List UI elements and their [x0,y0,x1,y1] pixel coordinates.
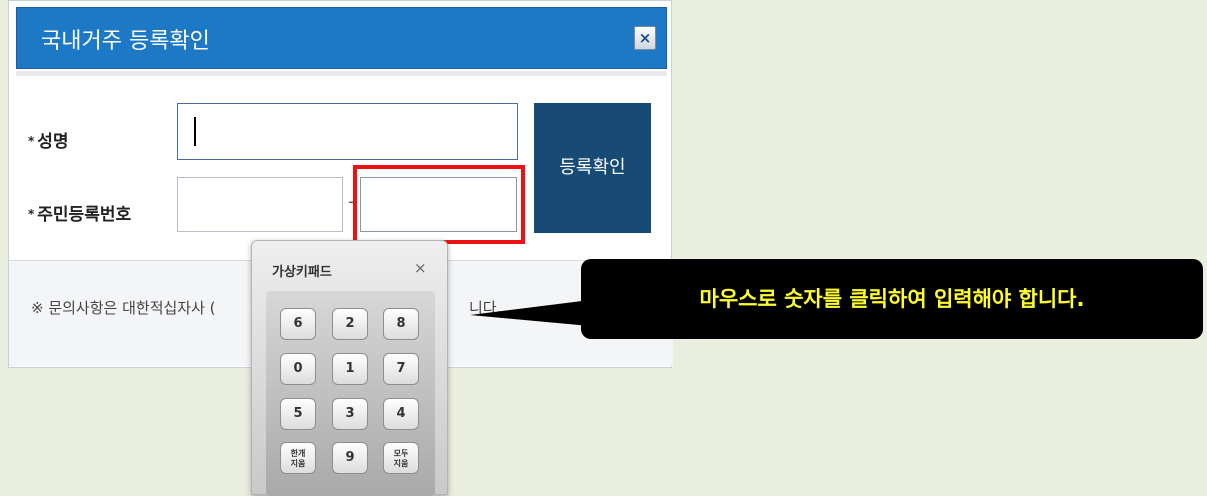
keypad-key-1[interactable]: 1 [332,353,368,385]
keypad-key-7[interactable]: 7 [383,353,419,385]
name-label: * 성명 [28,127,69,152]
rrn-back-highlight-box [353,165,525,244]
callout-box: 마우스로 숫자를 클릭하여 입력해야 합니다. [581,259,1203,339]
close-icon[interactable]: × [634,26,656,50]
keypad-key-9[interactable]: 9 [332,442,368,474]
keypad-key-3[interactable]: 3 [332,398,368,430]
rrn-label-text: 주민등록번호 [37,205,132,225]
keypad-delete-one-button[interactable]: 한개 지움 [280,442,316,474]
required-mark: * [28,207,35,221]
dialog-title-bar: 국내거주 등록확인 × [16,7,667,69]
virtual-keypad: 가상키패드 × 6 2 8 0 1 7 5 3 4 한개 지움 9 모두 지움 [251,240,448,496]
text-caret [194,117,196,146]
register-confirm-button[interactable]: 등록확인 [534,103,651,233]
keypad-key-8[interactable]: 8 [383,308,419,340]
keypad-key-area: 6 2 8 0 1 7 5 3 4 한개 지움 9 모두 지움 [266,291,435,496]
keypad-key-2[interactable]: 2 [332,308,368,340]
keypad-key-0[interactable]: 0 [280,353,316,385]
keypad-title: 가상키패드 [272,265,332,280]
keypad-close-icon[interactable]: × [414,259,427,277]
keypad-key-5[interactable]: 5 [280,398,316,430]
name-input[interactable] [177,103,518,160]
callout-text: 마우스로 숫자를 클릭하여 입력해야 합니다. [699,287,1085,311]
dialog-title: 국내거주 등록확인 [41,29,210,54]
notice-text: ※ 문의사항은 대한적십자사 ( [31,299,216,317]
keypad-key-6[interactable]: 6 [280,308,316,340]
callout-pointer [470,300,590,326]
rrn-front-input[interactable] [177,177,343,232]
title-divider [16,71,667,76]
required-mark: * [28,134,35,148]
registration-form: * 성명 * 주민등록번호 - 등록확인 [9,81,673,257]
name-label-text: 성명 [37,132,69,152]
keypad-key-4[interactable]: 4 [383,398,419,430]
keypad-delete-all-button[interactable]: 모두 지움 [383,442,419,474]
rrn-label: * 주민등록번호 [28,200,131,225]
